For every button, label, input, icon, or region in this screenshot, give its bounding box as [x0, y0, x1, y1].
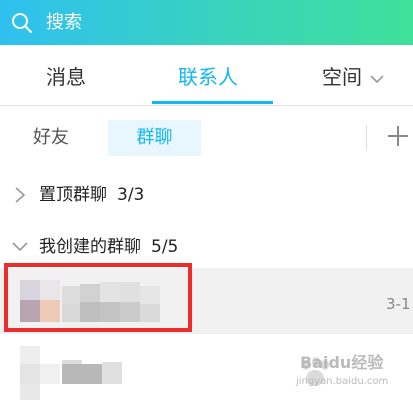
group-header-pinned[interactable]: 置顶群聊 3/3 [0, 180, 413, 210]
subtab-groups[interactable]: 群聊 [108, 120, 201, 156]
chevron-right-icon [15, 187, 26, 203]
divider [366, 125, 367, 151]
group-count: 5/5 [151, 237, 179, 257]
last-message-time: 3-1 [386, 295, 411, 313]
group-name: 置顶群聊 [39, 185, 107, 205]
tab-messages[interactable]: 消息 [46, 63, 86, 91]
group-header-label: 我创建的群聊 5/5 [39, 234, 178, 260]
tab-contacts[interactable]: 联系人 [178, 63, 238, 91]
chevron-down-icon [12, 242, 28, 252]
tab-space[interactable]: 空间 [322, 63, 384, 91]
plus-icon[interactable] [386, 124, 410, 148]
active-tab-indicator [152, 101, 273, 104]
search-icon [12, 13, 33, 34]
main-tabs: 消息 联系人 空间 [0, 45, 413, 106]
contact-subtabs: 好友 群聊 [0, 106, 413, 172]
highlight-box [4, 263, 192, 332]
search-bar[interactable]: 搜索 [0, 0, 413, 45]
watermark-text: Baidu经验 [300, 353, 384, 372]
group-name: 我创建的群聊 [39, 237, 141, 257]
tab-space-label: 空间 [322, 65, 362, 89]
group-header-created[interactable]: 我创建的群聊 5/5 [0, 232, 413, 262]
group-header-label: 置顶群聊 3/3 [39, 182, 144, 208]
search-placeholder: 搜索 [46, 12, 82, 33]
subtab-friends[interactable]: 好友 [33, 125, 69, 151]
chevron-down-icon [370, 74, 384, 83]
group-count: 3/3 [117, 185, 145, 205]
watermark-url: jingyan.baidu.com [296, 376, 389, 387]
